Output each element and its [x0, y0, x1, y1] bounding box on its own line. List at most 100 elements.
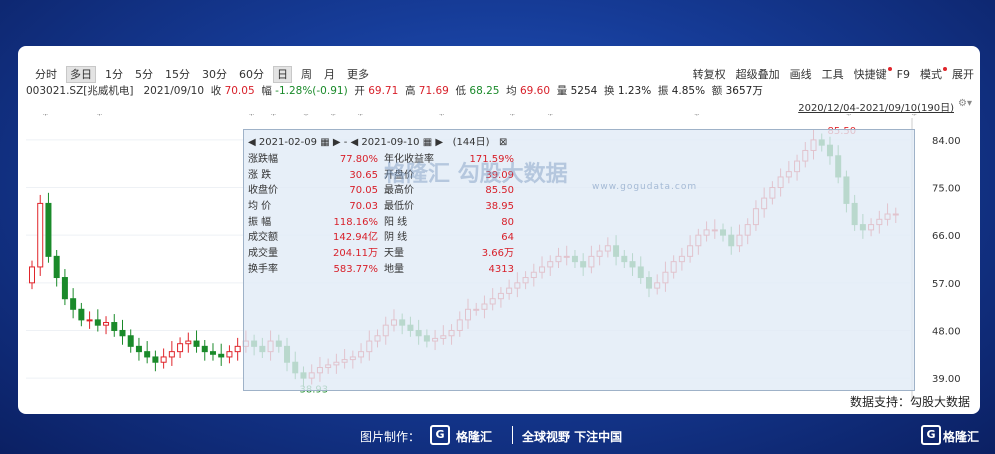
- event-marker-icon: *: [331, 114, 336, 121]
- low-value: 68.25: [469, 85, 500, 97]
- tool-toolbar: 转复权 超级叠加 画线 工具 快捷键 F9 模式 展开: [683, 66, 974, 82]
- corner-logo-icon: G: [921, 425, 941, 445]
- candle-body: [53, 255, 60, 279]
- candle-body: [168, 351, 175, 358]
- candle-body: [29, 266, 35, 284]
- period-10[interactable]: 更多: [344, 67, 372, 82]
- tool-0[interactable]: 转复权: [693, 68, 726, 81]
- stat-value: 142.94亿: [333, 232, 378, 244]
- candle-body: [37, 202, 44, 268]
- footer: 图片制作： G 格隆汇 全球视野 下注中国 G 格隆汇: [0, 422, 995, 450]
- change-value: -1.28%(-0.91): [275, 85, 348, 97]
- stat-label: 地量: [384, 263, 404, 275]
- period-1[interactable]: 多日: [66, 66, 96, 83]
- calendar-icon[interactable]: ▦: [423, 137, 432, 148]
- tool-3[interactable]: 工具: [822, 68, 844, 81]
- stat-label: 成交额: [248, 232, 278, 244]
- corner-brand: 格隆汇: [943, 430, 980, 444]
- candle-body: [45, 202, 52, 257]
- stat-label: 换手率: [248, 263, 278, 275]
- y-tick-label: 57.00: [932, 279, 961, 290]
- candle-body: [226, 351, 233, 358]
- tool-4[interactable]: 快捷键: [854, 67, 892, 81]
- period-6[interactable]: 60分: [236, 67, 267, 82]
- y-tick-label: 48.00: [932, 326, 961, 337]
- stat-value: 80: [501, 216, 514, 228]
- candle-body: [218, 353, 225, 358]
- period-7[interactable]: 日: [273, 66, 292, 83]
- candle-body: [119, 329, 126, 337]
- made-by-label: 图片制作：: [360, 430, 421, 444]
- prev-end-icon[interactable]: ◀: [351, 137, 359, 148]
- y-tick-label: 66.00: [932, 231, 961, 242]
- quote-date: 2021/09/10: [143, 85, 205, 97]
- stat-label: 收盘价: [248, 185, 278, 197]
- period-8[interactable]: 周: [298, 67, 315, 82]
- period-5[interactable]: 30分: [199, 67, 230, 82]
- calendar-icon[interactable]: ▦: [320, 137, 329, 148]
- quote-bar: 003021.SZ[兆威机电] 2021/09/10 收 70.05 幅 -1.…: [26, 85, 763, 97]
- event-marker-icon: *: [694, 114, 699, 121]
- date-range[interactable]: 2020/12/04-2021/09/10(190日): [798, 99, 954, 114]
- avg-value: 69.60: [519, 85, 551, 97]
- watermark: 格隆汇 勾股大数据: [384, 162, 568, 187]
- stat-label: 涨跌幅: [248, 154, 278, 165]
- amplitude-value: 4.85%: [671, 85, 706, 97]
- next-end-icon[interactable]: ▶: [435, 137, 443, 148]
- period-2[interactable]: 1分: [102, 67, 126, 82]
- brand-logo-icon: G: [430, 425, 450, 445]
- stock-code: 003021.SZ[兆威机电]: [26, 85, 134, 97]
- candle-body: [144, 351, 151, 358]
- candle-body: [193, 340, 200, 347]
- y-tick-label: 75.00: [932, 184, 961, 195]
- candle-body: [135, 345, 142, 353]
- stat-value: 118.16%: [333, 216, 379, 228]
- candle-body: [103, 322, 110, 326]
- candle-body: [185, 340, 192, 345]
- candle-body: [234, 345, 241, 353]
- stat-label: 天量: [384, 248, 404, 260]
- end-date[interactable]: 2021-09-10: [361, 137, 419, 148]
- notify-dot: [943, 67, 947, 71]
- event-marker-icon: *: [846, 114, 851, 121]
- tool-2[interactable]: 画线: [790, 68, 812, 81]
- stat-value: 204.11万: [333, 248, 378, 260]
- stat-value: 70.05: [349, 185, 378, 197]
- event-marker-icon: *: [271, 114, 276, 121]
- stat-value: 3.66万: [481, 248, 514, 260]
- candle-body: [177, 343, 184, 353]
- candle-body: [209, 351, 216, 355]
- period-4[interactable]: 15分: [162, 67, 193, 82]
- tool-7[interactable]: 展开: [952, 68, 974, 81]
- stat-value: 64: [501, 232, 514, 244]
- tool-1[interactable]: 超级叠加: [736, 68, 780, 81]
- start-date[interactable]: 2021-02-09: [259, 137, 317, 148]
- open-value: 69.71: [368, 85, 399, 97]
- range-settings-icon[interactable]: ⚙▾: [958, 98, 972, 109]
- period-9[interactable]: 月: [321, 67, 338, 82]
- candle-body: [94, 319, 101, 326]
- stats-row: 成交量 204.11万 天量 3.66万: [248, 246, 514, 262]
- vol-value: 5254: [570, 85, 598, 97]
- event-marker-icon: *: [97, 114, 102, 121]
- tool-6[interactable]: 模式: [920, 67, 947, 81]
- stat-label: 阳 线: [384, 216, 408, 228]
- close-icon[interactable]: ⊠: [499, 137, 507, 148]
- data-credit: 数据支持：勾股大数据: [849, 395, 970, 409]
- event-marker-icon: *: [249, 114, 254, 121]
- stat-label: 涨 跌: [248, 169, 272, 181]
- candle-body: [86, 319, 93, 322]
- period-0[interactable]: 分时: [32, 67, 60, 82]
- y-tick-label: 84.00: [932, 136, 961, 147]
- stat-value: 38.95: [485, 201, 514, 213]
- stat-label: 成交量: [248, 248, 278, 260]
- next-start-icon[interactable]: ▶: [333, 137, 341, 148]
- brand-name: 格隆汇: [456, 430, 493, 444]
- event-marker-icon: *: [548, 114, 553, 121]
- prev-start-icon[interactable]: ◀: [248, 137, 256, 148]
- interval-stats-overlay: ◀ 2021-02-09 ▦ ▶ - ◀ 2021-09-10 ▦ ▶ (144…: [243, 129, 915, 391]
- period-3[interactable]: 5分: [132, 67, 156, 82]
- stats-header: ◀ 2021-02-09 ▦ ▶ - ◀ 2021-09-10 ▦ ▶ (144…: [248, 137, 508, 148]
- slogan: 全球视野 下注中国: [522, 430, 623, 444]
- tool-5[interactable]: F9: [897, 68, 910, 81]
